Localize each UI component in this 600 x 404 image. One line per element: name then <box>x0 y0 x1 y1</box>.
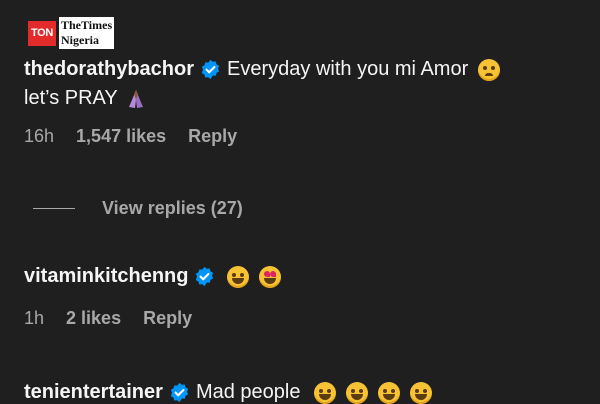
top-strip <box>0 0 600 10</box>
tears-of-joy-emoji <box>346 381 369 404</box>
reply-button[interactable]: Reply <box>143 308 192 329</box>
comment-timestamp: 16h <box>24 126 55 146</box>
pleading-face-emoji <box>478 58 501 81</box>
comment-item: thedorathybachor Everyday with you mi Am… <box>24 58 590 147</box>
comment-username[interactable]: thedorathybachor <box>24 58 194 81</box>
tears-of-joy-emoji <box>227 265 250 288</box>
comment-item: vitaminkitchenng 1h 2 likes Reply <box>24 265 590 329</box>
heart-eyes-emoji <box>259 265 282 288</box>
comment-likes[interactable]: 1,547 likes <box>76 126 166 147</box>
tears-of-joy-emoji <box>410 381 433 404</box>
watermark-text: TheTimes Nigeria <box>59 17 115 49</box>
comment-item: tenientertainer Mad people <box>24 381 590 404</box>
view-replies-button[interactable]: View replies (27) <box>33 198 243 219</box>
comment-text-line2: let’s PRAY <box>24 87 118 109</box>
comment-text: Everyday with you mi Amor <box>227 58 469 80</box>
comment-username[interactable]: vitaminkitchenng <box>24 265 188 288</box>
reply-button[interactable]: Reply <box>188 126 237 147</box>
tears-of-joy-emoji <box>314 381 337 404</box>
verified-badge-icon <box>201 59 220 80</box>
praying-hands-emoji <box>128 89 143 108</box>
comment-text: Mad people <box>195 381 301 403</box>
comment-likes[interactable]: 2 likes <box>66 308 121 329</box>
comment-username[interactable]: tenientertainer <box>24 381 163 404</box>
watermark-line2: Nigeria <box>61 33 99 47</box>
view-replies-label: View replies (27) <box>102 198 243 218</box>
verified-badge-icon <box>196 266 214 287</box>
comment-timestamp: 1h <box>24 308 45 328</box>
tears-of-joy-emoji <box>378 381 401 404</box>
watermark-badge: TON <box>28 20 56 46</box>
replies-divider <box>33 208 75 209</box>
site-watermark: TON TheTimes Nigeria <box>28 17 115 49</box>
watermark-line1: TheTimes <box>61 18 113 32</box>
